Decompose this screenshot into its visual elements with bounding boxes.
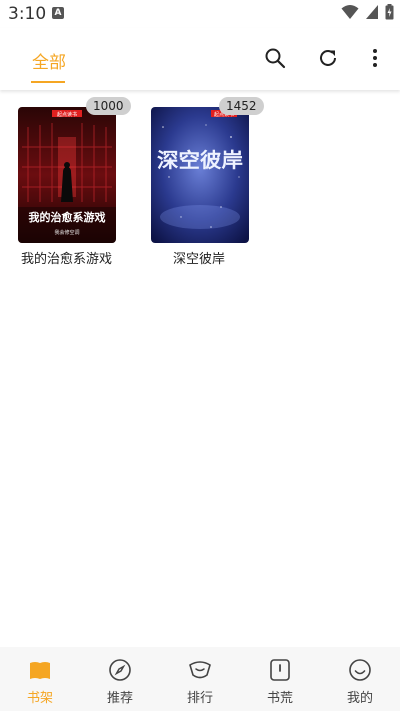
nav-label-mine: 我的: [346, 691, 373, 706]
nav-label-bookshelf: 书架: [26, 691, 53, 706]
signal-icon: [366, 5, 378, 19]
compass-icon: [107, 657, 133, 683]
top-bar: 全部: [0, 28, 400, 90]
nav-book-shortage[interactable]: 书荒: [250, 657, 310, 706]
book-shortage-icon: [267, 657, 293, 683]
nav-recommend[interactable]: 推荐: [90, 657, 150, 706]
refresh-icon[interactable]: [314, 44, 342, 72]
tab-all[interactable]: 全部: [32, 48, 66, 73]
search-icon[interactable]: [261, 44, 289, 72]
book-title-2[interactable]: 深空彼岸: [173, 248, 283, 267]
cover-title-1: 我的治愈系游戏: [29, 210, 106, 224]
more-vertical-icon[interactable]: [361, 44, 389, 72]
smile-icon: [347, 657, 373, 683]
chapter-count-badge-2: 1452: [219, 97, 264, 115]
book-cover-1[interactable]: 我的治愈系游戏 我会修空调 起点读书: [18, 107, 116, 243]
cover-title-2: 深空彼岸: [157, 148, 243, 172]
nav-bookshelf[interactable]: 书架: [10, 657, 70, 706]
cover-author-1: 我会修空调: [54, 229, 79, 236]
status-indicator: A: [52, 7, 64, 19]
bottom-navigation: 书架 推荐 排行 书荒 我的: [0, 647, 400, 711]
battery-icon: [385, 4, 394, 20]
book-title-1[interactable]: 我的治愈系游戏: [21, 248, 131, 267]
wifi-icon: [341, 5, 359, 19]
chapter-count-badge-1: 1000: [86, 97, 131, 115]
ranking-icon: [187, 657, 213, 683]
cover-brand-1: 起点读书: [57, 111, 77, 118]
nav-mine[interactable]: 我的: [330, 657, 390, 706]
status-time: 3:10: [8, 4, 47, 24]
book-cover-2[interactable]: 深空彼岸 起点读书: [151, 107, 249, 243]
nav-label-ranking: 排行: [186, 691, 213, 706]
status-bar: 3:10 A: [0, 0, 400, 28]
nav-label-recommend: 推荐: [106, 691, 133, 706]
tab-indicator: [31, 81, 65, 83]
bookshelf-icon: [27, 657, 53, 683]
nav-label-book-shortage: 书荒: [266, 691, 293, 706]
nav-ranking[interactable]: 排行: [170, 657, 230, 706]
status-icons: [341, 4, 394, 20]
